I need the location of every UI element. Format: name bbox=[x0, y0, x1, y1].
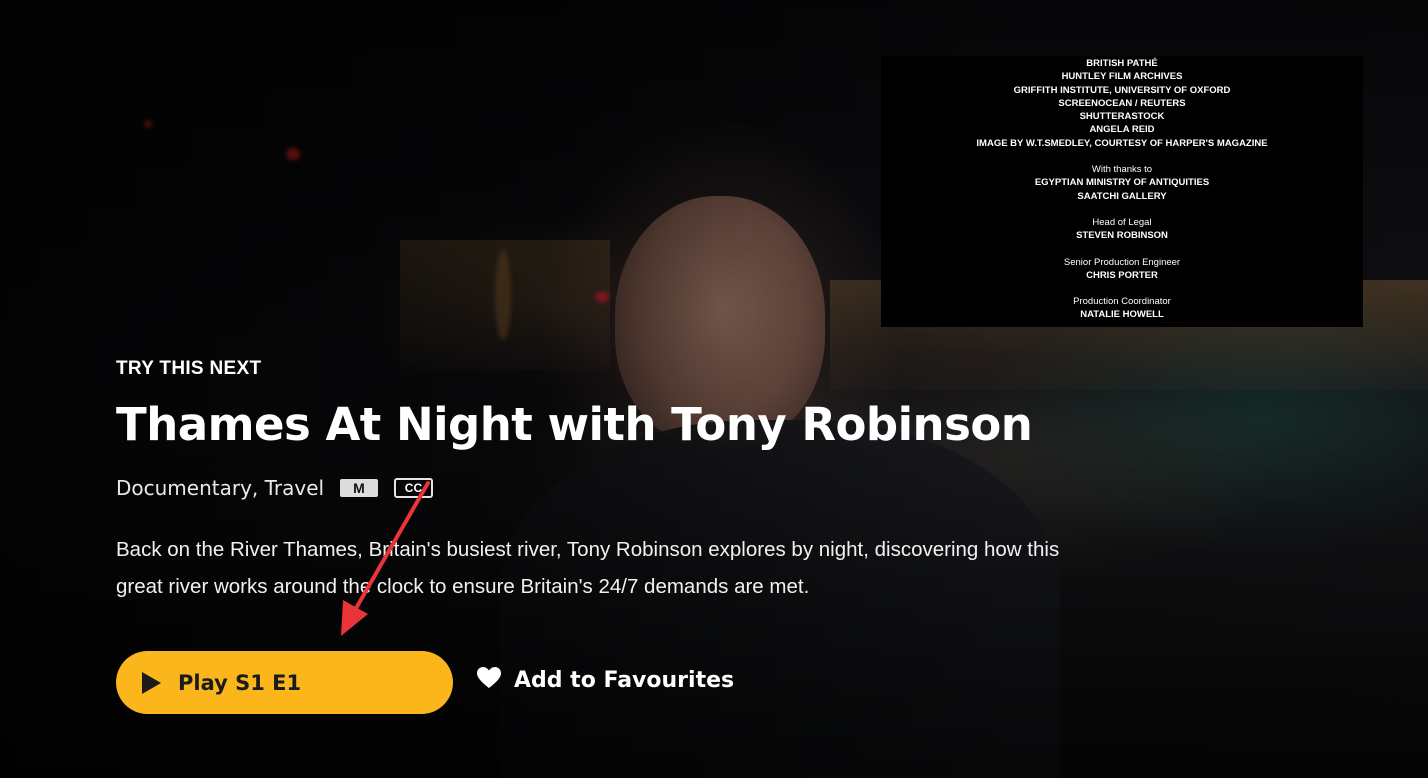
play-button-label: Play S1 E1 bbox=[178, 670, 302, 695]
credits-coordinator-role: Production Coordinator bbox=[1073, 296, 1171, 308]
credits-legal-role: Head of Legal bbox=[1092, 216, 1152, 228]
credits-engineer-role: Senior Production Engineer bbox=[1063, 256, 1181, 268]
credit-thanks-line: SAATCHI GALLERY bbox=[1077, 190, 1167, 202]
rating-badge: M bbox=[340, 479, 378, 497]
show-title: Thames At Night with Tony Robinson bbox=[116, 398, 1033, 451]
credits-list: BRITISH PATHÉ HUNTLEY FILM ARCHIVES GRIFFI… bbox=[881, 57, 1363, 150]
credit-line: ANGELA REID bbox=[1089, 124, 1155, 136]
show-genres: Documentary, Travel bbox=[116, 476, 325, 500]
credit-line: IMAGE BY W.T.SMEDLEY, COURTESY OF HARPER… bbox=[976, 137, 1268, 149]
closed-captions-badge: CC bbox=[393, 478, 434, 498]
hero-banner: BRITISH PATHÉ HUNTLEY FILM ARCHIVES GRIFFI… bbox=[0, 0, 1428, 778]
play-icon bbox=[142, 671, 161, 694]
credit-thanks-line: EGYPTIAN MINISTRY OF ANTIQUITIES bbox=[1034, 177, 1210, 189]
credits-coordinator-name: NATALIE HOWELL bbox=[1080, 309, 1164, 321]
credits-panel: BRITISH PATHÉ HUNTLEY FILM ARCHIVES GRIFFI… bbox=[881, 56, 1363, 327]
add-to-favourites-button[interactable]: Add to Favourites bbox=[476, 666, 734, 695]
section-eyebrow: TRY THIS NEXT bbox=[116, 358, 262, 379]
favourites-label: Add to Favourites bbox=[514, 668, 735, 693]
play-episode-button[interactable]: Play S1 E1 bbox=[116, 651, 453, 714]
heart-icon bbox=[476, 666, 502, 695]
credit-line: BRITISH PATHÉ bbox=[1086, 58, 1158, 69]
credits-legal-name: STEVEN ROBINSON bbox=[1076, 230, 1168, 242]
credit-line: HUNTLEY FILM ARCHIVES bbox=[1061, 71, 1183, 83]
credits-thanks-heading: With thanks to bbox=[1091, 164, 1153, 176]
show-meta: Documentary, Travel M CC bbox=[116, 476, 434, 500]
credit-line: GRIFFITH INSTITUTE, UNIVERSITY OF OXFORD bbox=[1013, 84, 1231, 96]
show-description: Back on the River Thames, Britain's busi… bbox=[116, 538, 1060, 598]
credit-line: SHUTTERASTOCK bbox=[1079, 111, 1165, 123]
credits-thanks-list: EGYPTIAN MINISTRY OF ANTIQUITIES SAATCHI … bbox=[881, 176, 1363, 203]
credit-line: SCREENOCEAN / REUTERS bbox=[1058, 97, 1186, 109]
credits-engineer-name: CHRIS PORTER bbox=[1086, 269, 1158, 281]
